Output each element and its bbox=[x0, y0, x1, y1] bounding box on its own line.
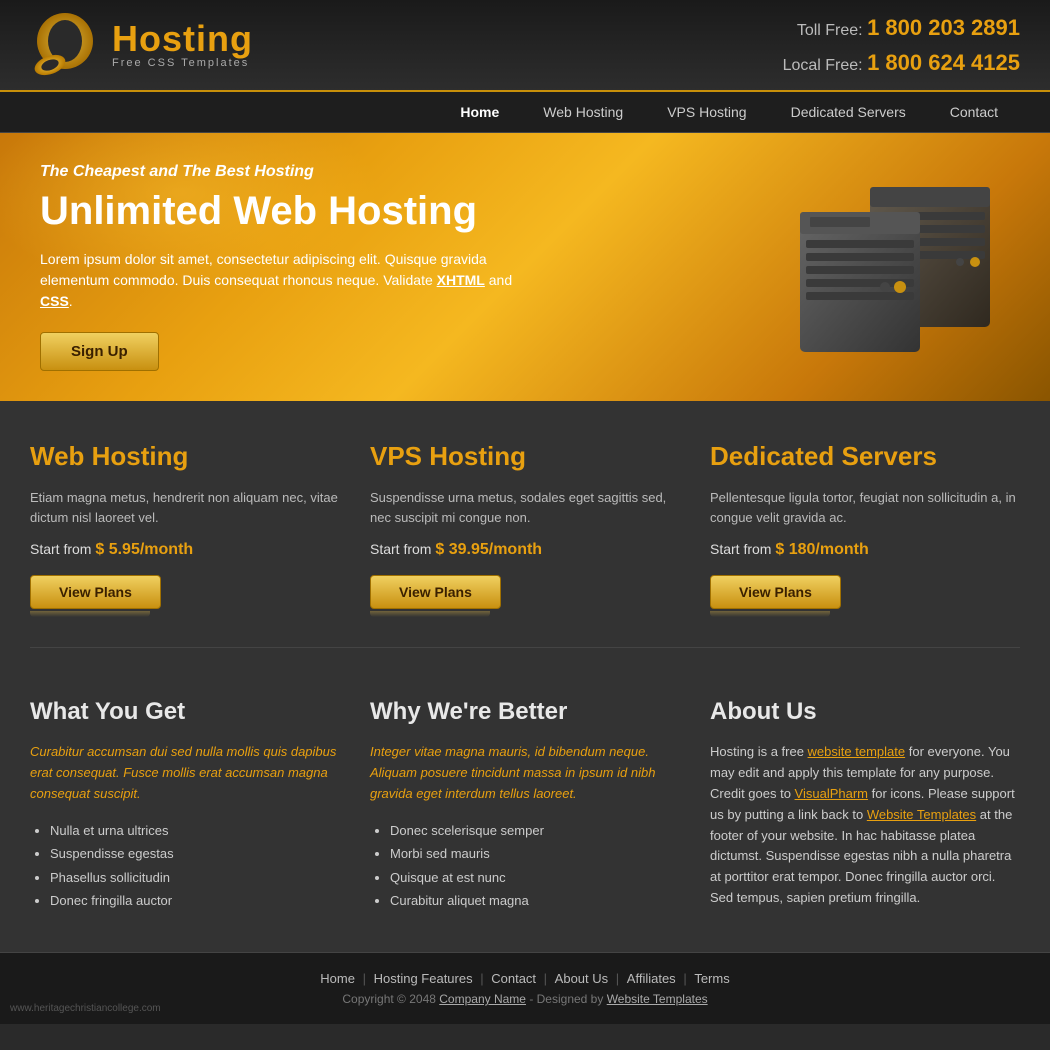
designed-by-text: - Designed by bbox=[529, 992, 606, 1006]
list-item: Morbi sed mauris bbox=[390, 842, 680, 865]
website-templates-footer-link[interactable]: Website Templates bbox=[607, 992, 708, 1006]
nav-vps-hosting[interactable]: VPS Hosting bbox=[645, 92, 768, 132]
logo-icon bbox=[30, 13, 100, 78]
footer-separator: | bbox=[683, 971, 690, 986]
logo-text-area: Hosting Free CSS Templates bbox=[112, 21, 253, 69]
banner-title: Unlimited Web Hosting bbox=[40, 189, 520, 233]
btn-reflection-3 bbox=[710, 611, 830, 617]
plan-vps-hosting-desc: Suspendisse urna metus, sodales eget sag… bbox=[370, 488, 680, 527]
info-about-us: About Us Hosting is a free website templ… bbox=[710, 698, 1020, 912]
server-image bbox=[780, 177, 1010, 357]
logo-title: Hosting bbox=[112, 21, 253, 57]
plan-dedicated-desc: Pellentesque ligula tortor, feugiat non … bbox=[710, 488, 1020, 527]
nav: Home Web Hosting VPS Hosting Dedicated S… bbox=[0, 92, 1050, 133]
nav-home[interactable]: Home bbox=[438, 92, 521, 132]
info-why-text: Integer vitae magna mauris, id bibendum … bbox=[370, 742, 680, 804]
plan-vps-hosting-price: Start from $ 39.95/month bbox=[370, 541, 680, 559]
view-plans-web-button[interactable]: View Plans bbox=[30, 575, 161, 609]
copyright-text: Copyright © 2048 bbox=[342, 992, 439, 1006]
info-why-title: Why We're Better bbox=[370, 698, 680, 726]
list-item: Curabitur aliquet magna bbox=[390, 889, 680, 912]
css-link[interactable]: CSS bbox=[40, 293, 69, 309]
banner: The Cheapest and The Best Hosting Unlimi… bbox=[0, 133, 1050, 401]
website-templates-link[interactable]: Website Templates bbox=[867, 807, 976, 822]
footer-affiliates-link[interactable]: Affiliates bbox=[627, 971, 676, 986]
logo-subtitle: Free CSS Templates bbox=[112, 57, 253, 69]
footer-separator: | bbox=[616, 971, 623, 986]
btn-reflection bbox=[30, 611, 150, 617]
toll-free-line: Toll Free: 1 800 203 2891 bbox=[783, 10, 1020, 45]
logo-area: Hosting Free CSS Templates bbox=[30, 13, 253, 78]
company-name-link[interactable]: Company Name bbox=[439, 992, 526, 1006]
btn-reflection-2 bbox=[370, 611, 490, 617]
signup-button[interactable]: Sign Up bbox=[40, 332, 159, 371]
main: Web Hosting Etiam magna metus, hendrerit… bbox=[0, 401, 1050, 952]
view-plans-vps-button[interactable]: View Plans bbox=[370, 575, 501, 609]
footer-separator: | bbox=[544, 971, 551, 986]
header: Hosting Free CSS Templates Toll Free: 1 … bbox=[0, 0, 1050, 92]
plan-dedicated-title: Dedicated Servers bbox=[710, 441, 1020, 472]
local-free-label: Local Free: bbox=[783, 57, 863, 74]
local-free-line: Local Free: 1 800 624 4125 bbox=[783, 45, 1020, 80]
plans-section: Web Hosting Etiam magna metus, hendrerit… bbox=[30, 441, 1020, 648]
info-about-text: Hosting is a free website template for e… bbox=[710, 742, 1020, 908]
footer-copyright: Copyright © 2048 Company Name - Designed… bbox=[30, 992, 1020, 1006]
banner-tagline: The Cheapest and The Best Hosting bbox=[40, 163, 520, 181]
nav-contact[interactable]: Contact bbox=[928, 92, 1020, 132]
info-what-title: What You Get bbox=[30, 698, 340, 726]
nav-dedicated-servers[interactable]: Dedicated Servers bbox=[769, 92, 928, 132]
nav-web-hosting[interactable]: Web Hosting bbox=[521, 92, 645, 132]
list-item: Suspendisse egestas bbox=[50, 842, 340, 865]
and-text: and bbox=[485, 272, 512, 288]
view-plans-dedicated-button[interactable]: View Plans bbox=[710, 575, 841, 609]
list-item: Nulla et urna ultrices bbox=[50, 819, 340, 842]
banner-desc: Lorem ipsum dolor sit amet, consectetur … bbox=[40, 249, 520, 312]
info-what-text: Curabitur accumsan dui sed nulla mollis … bbox=[30, 742, 340, 804]
banner-desc-text1: Lorem ipsum dolor sit amet, consectetur … bbox=[40, 251, 487, 288]
info-why-better: Why We're Better Integer vitae magna mau… bbox=[370, 698, 680, 912]
website-template-link[interactable]: website template bbox=[808, 744, 906, 759]
footer-separator: | bbox=[480, 971, 487, 986]
plan-vps-hosting: VPS Hosting Suspendisse urna metus, soda… bbox=[370, 441, 680, 617]
footer-about-link[interactable]: About Us bbox=[555, 971, 608, 986]
list-item: Phasellus sollicitudin bbox=[50, 866, 340, 889]
toll-free-label: Toll Free: bbox=[797, 22, 863, 39]
info-why-list: Donec scelerisque semper Morbi sed mauri… bbox=[370, 819, 680, 913]
plan-web-hosting-price: Start from $ 5.95/month bbox=[30, 541, 340, 559]
footer-hosting-features-link[interactable]: Hosting Features bbox=[374, 971, 473, 986]
local-free-number: 1 800 624 4125 bbox=[867, 50, 1020, 75]
plan-vps-hosting-title: VPS Hosting bbox=[370, 441, 680, 472]
banner-content: The Cheapest and The Best Hosting Unlimi… bbox=[40, 163, 520, 371]
plan-web-hosting-desc: Etiam magna metus, hendrerit non aliquam… bbox=[30, 488, 340, 527]
phone-area: Toll Free: 1 800 203 2891 Local Free: 1 … bbox=[783, 10, 1020, 80]
footer-contact-link[interactable]: Contact bbox=[491, 971, 536, 986]
toll-free-number: 1 800 203 2891 bbox=[867, 15, 1020, 40]
visualpharm-link[interactable]: VisualPharm bbox=[795, 786, 868, 801]
info-what-list: Nulla et urna ultrices Suspendisse egest… bbox=[30, 819, 340, 913]
list-item: Quisque at est nunc bbox=[390, 866, 680, 889]
info-about-title: About Us bbox=[710, 698, 1020, 726]
watermark: www.heritagechristiancollege.com bbox=[10, 1003, 161, 1014]
footer-terms-link[interactable]: Terms bbox=[694, 971, 729, 986]
plan-dedicated-price: Start from $ 180/month bbox=[710, 541, 1020, 559]
footer-separator: | bbox=[363, 971, 370, 986]
footer-links: Home | Hosting Features | Contact | Abou… bbox=[30, 971, 1020, 986]
xhtml-link[interactable]: XHTML bbox=[437, 272, 485, 288]
plan-web-hosting-title: Web Hosting bbox=[30, 441, 340, 472]
info-section: What You Get Curabitur accumsan dui sed … bbox=[30, 698, 1020, 912]
plan-web-hosting: Web Hosting Etiam magna metus, hendrerit… bbox=[30, 441, 340, 617]
footer-home-link[interactable]: Home bbox=[320, 971, 355, 986]
plan-dedicated-servers: Dedicated Servers Pellentesque ligula to… bbox=[710, 441, 1020, 617]
list-item: Donec fringilla auctor bbox=[50, 889, 340, 912]
list-item: Donec scelerisque semper bbox=[390, 819, 680, 842]
info-what-you-get: What You Get Curabitur accumsan dui sed … bbox=[30, 698, 340, 912]
